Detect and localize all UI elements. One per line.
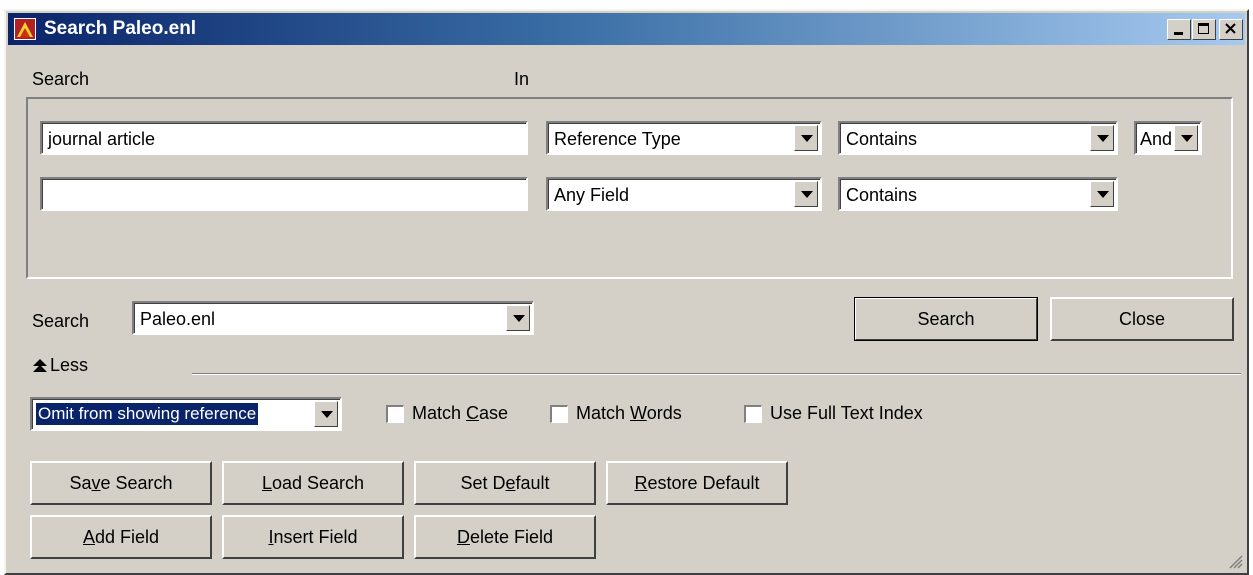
match-case-checkbox[interactable]: Match Case: [386, 403, 536, 427]
chevron-down-icon[interactable]: [1090, 181, 1114, 207]
chevron-down-icon[interactable]: [1090, 125, 1114, 151]
save-search-button[interactable]: Save Search: [30, 461, 212, 505]
restore-default-button[interactable]: Restore Default: [606, 461, 788, 505]
title-bar[interactable]: Search Paleo.enl: [8, 13, 1245, 45]
chevron-down-icon[interactable]: [794, 181, 818, 207]
set-default-button[interactable]: Set Default: [414, 461, 596, 505]
less-label: Less: [50, 355, 89, 375]
app-icon: [14, 18, 36, 40]
separator-line: [192, 373, 1241, 375]
checkbox-box[interactable]: [386, 405, 404, 423]
double-up-arrow-icon: [33, 359, 47, 372]
use-full-text-index-checkbox[interactable]: Use Full Text Index: [744, 403, 974, 427]
minimize-icon[interactable]: [1167, 19, 1191, 40]
search-term-input-2[interactable]: [40, 177, 528, 211]
chevron-down-icon[interactable]: [506, 305, 530, 331]
in-column-label: In: [514, 69, 530, 89]
chevron-down-icon[interactable]: [1174, 125, 1198, 151]
search-mode-select[interactable]: Omit from showing reference: [30, 397, 342, 431]
chevron-down-icon[interactable]: [794, 125, 818, 151]
operator-select-2[interactable]: Contains: [838, 177, 1118, 211]
add-field-button[interactable]: Add Field: [30, 515, 212, 559]
boolean-select-1[interactable]: And: [1134, 121, 1202, 155]
window-title: Search Paleo.enl: [44, 18, 197, 39]
resize-grip-icon[interactable]: [1229, 555, 1243, 569]
search-column-label: Search: [32, 69, 90, 89]
search-criteria-group: journal article Reference Type Contains …: [26, 97, 1233, 279]
chevron-down-icon[interactable]: [314, 401, 338, 427]
field-select-2[interactable]: Any Field: [546, 177, 822, 211]
search-button[interactable]: Search: [854, 297, 1038, 341]
close-button[interactable]: Close: [1050, 297, 1234, 341]
search-term-input-1[interactable]: journal article: [40, 121, 528, 155]
operator-select-1[interactable]: Contains: [838, 121, 1118, 155]
maximize-icon[interactable]: [1192, 19, 1216, 40]
insert-field-button[interactable]: Insert Field: [222, 515, 404, 559]
match-words-checkbox[interactable]: Match Words: [550, 403, 720, 427]
checkbox-box[interactable]: [550, 405, 568, 423]
load-search-button[interactable]: Load Search: [222, 461, 404, 505]
delete-field-button[interactable]: Delete Field: [414, 515, 596, 559]
scope-label: Search: [32, 311, 90, 331]
scope-select[interactable]: Paleo.enl: [132, 301, 534, 335]
search-dialog: Search Paleo.enl Search In journal artic…: [4, 9, 1249, 575]
field-select-1[interactable]: Reference Type: [546, 121, 822, 155]
checkbox-box[interactable]: [744, 405, 762, 423]
close-icon[interactable]: [1219, 19, 1243, 40]
